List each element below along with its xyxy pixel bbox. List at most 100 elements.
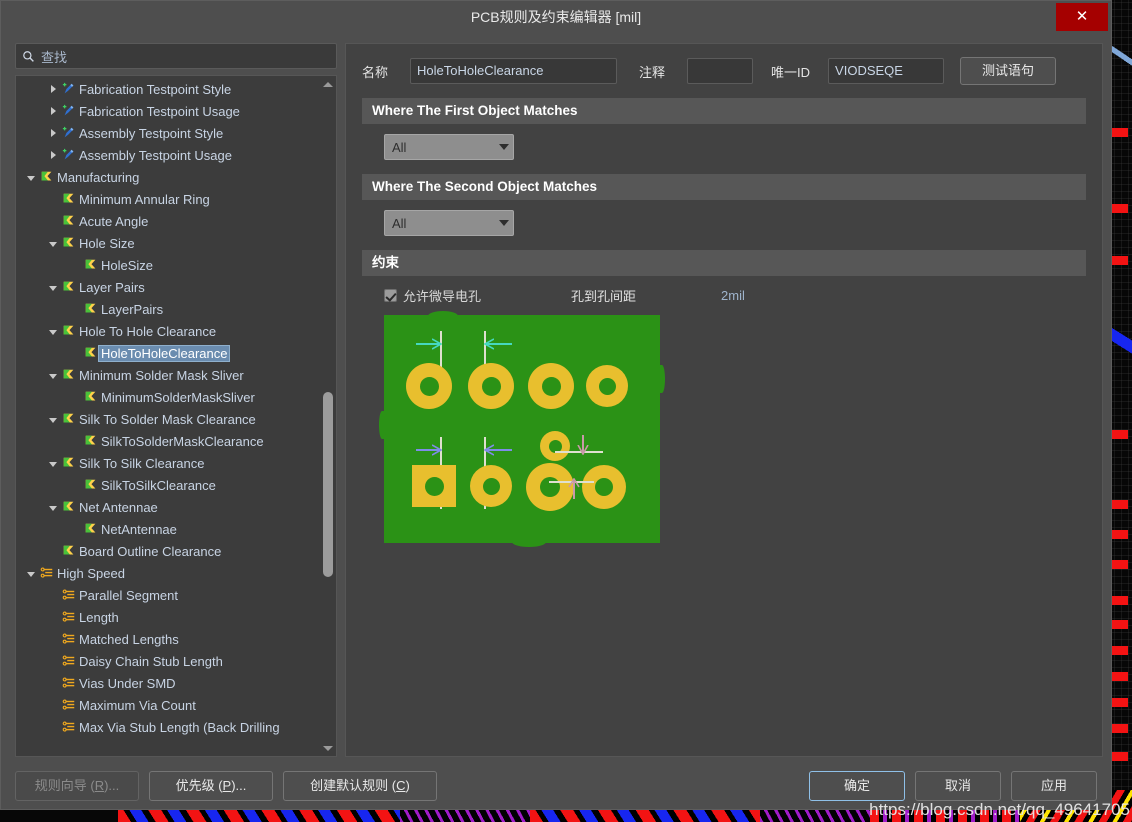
hole-to-hole-gap-value[interactable]: 2mil [721, 288, 745, 303]
tree-item-max-via-stub-length-back-drilling[interactable]: Max Via Stub Length (Back Drilling [16, 716, 318, 738]
tree-item-daisy-chain-stub-length[interactable]: Daisy Chain Stub Length [16, 650, 318, 672]
tree-item-board-outline-clearance[interactable]: Board Outline Clearance [16, 540, 318, 562]
tree-item-label: Fabrication Testpoint Style [79, 81, 232, 97]
dialog-title-bar: PCB规则及约束编辑器 [mil] ✕ [1, 1, 1111, 33]
tree-item-silktosoldermaskclearance[interactable]: SilkToSolderMaskClearance [16, 430, 318, 452]
tree-item-label: Max Via Stub Length (Back Drilling [79, 719, 280, 735]
tree-scrollbar[interactable] [323, 92, 333, 740]
tree-item-net-antennae[interactable]: Net Antennae [16, 496, 318, 518]
chevron-down-icon[interactable] [46, 504, 60, 511]
tree-item-minimumsoldermasksliver[interactable]: MinimumSolderMaskSliver [16, 386, 318, 408]
chevron-right-icon[interactable] [46, 151, 60, 159]
tree-item-hole-size[interactable]: Hole Size [16, 232, 318, 254]
tree-item-label: Daisy Chain Stub Length [79, 653, 223, 669]
tree-item-assembly-testpoint-usage[interactable]: Assembly Testpoint Usage [16, 144, 318, 166]
tree-item-label: Parallel Segment [79, 587, 178, 603]
chevron-down-icon[interactable] [24, 570, 38, 577]
tree-item-parallel-segment[interactable]: Parallel Segment [16, 584, 318, 606]
first-object-scope-select[interactable]: All [384, 134, 514, 160]
flag-icon [82, 522, 99, 536]
cancel-button[interactable]: 取消 [915, 771, 1001, 801]
arrowhead-down-icon [577, 445, 589, 455]
tree-item-holetoholeclearance[interactable]: HoleToHoleClearance [16, 342, 318, 364]
pad-round [526, 463, 574, 511]
allow-microvia-checkbox[interactable] [384, 289, 397, 302]
chevron-right-icon[interactable] [46, 129, 60, 137]
rule-uid-input[interactable]: VIODSEQE [828, 58, 945, 84]
second-object-scope-value: All [392, 215, 407, 231]
highspeed-icon [60, 654, 77, 668]
flag-icon [60, 456, 77, 470]
tree-item-minimum-solder-mask-sliver[interactable]: Minimum Solder Mask Sliver [16, 364, 318, 386]
chevron-right-icon[interactable] [46, 85, 60, 93]
board-notch [659, 365, 665, 393]
flag-icon [60, 280, 77, 294]
chevron-down-icon[interactable] [46, 240, 60, 247]
rules-tree-list[interactable]: Fabrication Testpoint Style Fabrication T… [16, 76, 318, 756]
scroll-down-arrow-icon[interactable] [321, 742, 334, 754]
tree-item-netantennae[interactable]: NetAntennae [16, 518, 318, 540]
tree-scrollbar-thumb[interactable] [323, 392, 333, 577]
tree-item-fabrication-testpoint-style[interactable]: Fabrication Testpoint Style [16, 78, 318, 100]
tree-item-assembly-testpoint-style[interactable]: Assembly Testpoint Style [16, 122, 318, 144]
search-icon [23, 50, 34, 62]
rule-name-input[interactable]: HoleToHoleClearance [410, 58, 618, 84]
tree-item-silktosilkclearance[interactable]: SilkToSilkClearance [16, 474, 318, 496]
priority-button[interactable]: 优先级 (P)... [149, 771, 273, 801]
close-icon[interactable]: ✕ [1056, 3, 1108, 31]
tree-item-holesize[interactable]: HoleSize [16, 254, 318, 276]
second-object-scope-select[interactable]: All [384, 210, 514, 236]
tree-item-high-speed[interactable]: High Speed [16, 562, 318, 584]
tree-item-label: HoleToHoleClearance [97, 344, 231, 362]
tree-item-maximum-via-count[interactable]: Maximum Via Count [16, 694, 318, 716]
flag-icon [60, 236, 77, 250]
tree-item-manufacturing[interactable]: Manufacturing [16, 166, 318, 188]
chevron-down-icon[interactable] [46, 372, 60, 379]
apply-button[interactable]: 应用 [1011, 771, 1097, 801]
tree-item-minimum-annular-ring[interactable]: Minimum Annular Ring [16, 188, 318, 210]
flag-icon [60, 324, 77, 338]
chevron-down-icon[interactable] [46, 460, 60, 467]
chevron-down-icon [499, 220, 509, 226]
test-query-button[interactable]: 测试语句 [960, 57, 1057, 85]
tree-item-matched-lengths[interactable]: Matched Lengths [16, 628, 318, 650]
tree-item-label: Hole Size [79, 235, 135, 251]
search-input[interactable]: 查找 [15, 43, 337, 69]
rule-comment-input[interactable] [687, 58, 754, 84]
tree-item-label: Board Outline Clearance [79, 543, 222, 559]
tree-item-layerpairs[interactable]: LayerPairs [16, 298, 318, 320]
tree-item-acute-angle[interactable]: Acute Angle [16, 210, 318, 232]
create-default-rules-button[interactable]: 创建默认规则 (C) [283, 771, 437, 801]
allow-microvia-label: 允许微导电孔 [403, 289, 482, 304]
chevron-right-icon[interactable] [46, 107, 60, 115]
name-label: 名称 [362, 64, 389, 80]
pad-round [528, 363, 574, 409]
tree-item-vias-under-smd[interactable]: Vias Under SMD [16, 672, 318, 694]
chevron-down-icon[interactable] [46, 284, 60, 291]
ok-button[interactable]: 确定 [809, 771, 905, 801]
chevron-down-icon[interactable] [24, 174, 38, 181]
tree-item-label: Matched Lengths [79, 631, 179, 647]
scroll-up-arrow-icon[interactable] [321, 78, 334, 90]
tree-item-length[interactable]: Length [16, 606, 318, 628]
arrowhead-right-icon [432, 444, 442, 456]
tree-item-hole-to-hole-clearance[interactable]: Hole To Hole Clearance [16, 320, 318, 342]
tree-item-silk-to-solder-mask-clearance[interactable]: Silk To Solder Mask Clearance [16, 408, 318, 430]
testpoint-icon [60, 148, 77, 162]
pcb-rules-dialog: PCB规则及约束编辑器 [mil] ✕ 查找 Fabrication Testp… [0, 0, 1112, 810]
tree-item-fabrication-testpoint-usage[interactable]: Fabrication Testpoint Usage [16, 100, 318, 122]
flag-icon [82, 434, 99, 448]
comment-label: 注释 [639, 64, 666, 80]
tree-item-label: Silk To Solder Mask Clearance [79, 411, 256, 427]
tree-item-silk-to-silk-clearance[interactable]: Silk To Silk Clearance [16, 452, 318, 474]
tree-item-layer-pairs[interactable]: Layer Pairs [16, 276, 318, 298]
testpoint-icon [60, 126, 77, 140]
tree-item-label: Layer Pairs [79, 279, 145, 295]
dialog-body: 查找 Fabrication Testpoint Style Fabricatio… [1, 33, 1111, 763]
flag-icon [38, 170, 55, 184]
tree-item-label: Minimum Annular Ring [79, 191, 210, 207]
arrowhead-left-icon [484, 338, 494, 350]
rule-wizard-button[interactable]: 规则向导 (R)... [15, 771, 139, 801]
chevron-down-icon[interactable] [46, 328, 60, 335]
chevron-down-icon[interactable] [46, 416, 60, 423]
